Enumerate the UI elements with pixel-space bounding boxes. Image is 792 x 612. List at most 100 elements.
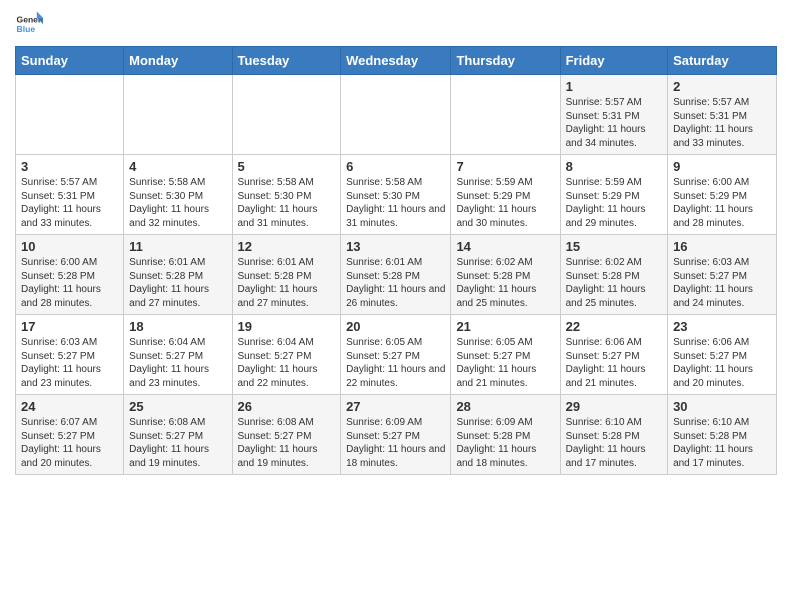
calendar-week-row: 24Sunrise: 6:07 AMSunset: 5:27 PMDayligh… [16,395,777,475]
cell-info-line: Sunrise: 6:09 AM [346,416,445,430]
cell-info-line: Sunset: 5:27 PM [21,430,118,444]
day-number: 22 [566,319,662,334]
calendar-cell: 4Sunrise: 5:58 AMSunset: 5:30 PMDaylight… [124,155,232,235]
calendar-cell: 29Sunrise: 6:10 AMSunset: 5:28 PMDayligh… [560,395,667,475]
cell-info-line: Daylight: 11 hours and 18 minutes. [456,443,554,470]
calendar-cell [341,75,451,155]
cell-info-line: Daylight: 11 hours and 21 minutes. [456,363,554,390]
day-of-week-header: Friday [560,47,667,75]
cell-info-line: Daylight: 11 hours and 17 minutes. [566,443,662,470]
cell-info-line: Daylight: 11 hours and 19 minutes. [238,443,336,470]
day-number: 6 [346,159,445,174]
day-number: 13 [346,239,445,254]
day-of-week-header: Sunday [16,47,124,75]
cell-info-line: Sunrise: 5:58 AM [129,176,226,190]
day-number: 11 [129,239,226,254]
cell-info-line: Sunset: 5:27 PM [21,350,118,364]
cell-info-line: Sunset: 5:30 PM [238,190,336,204]
day-number: 30 [673,399,771,414]
cell-info-line: Sunset: 5:27 PM [673,350,771,364]
day-number: 26 [238,399,336,414]
cell-info-line: Sunrise: 6:01 AM [129,256,226,270]
calendar-cell: 8Sunrise: 5:59 AMSunset: 5:29 PMDaylight… [560,155,667,235]
day-number: 29 [566,399,662,414]
cell-info-line: Sunrise: 5:58 AM [238,176,336,190]
day-number: 16 [673,239,771,254]
cell-info-line: Sunrise: 6:00 AM [673,176,771,190]
cell-info-line: Daylight: 11 hours and 25 minutes. [566,283,662,310]
cell-info-line: Daylight: 11 hours and 24 minutes. [673,283,771,310]
day-number: 17 [21,319,118,334]
cell-info-line: Daylight: 11 hours and 22 minutes. [238,363,336,390]
calendar-cell [124,75,232,155]
cell-info-line: Sunset: 5:27 PM [673,270,771,284]
calendar-cell: 2Sunrise: 5:57 AMSunset: 5:31 PMDaylight… [668,75,777,155]
cell-info-line: Sunset: 5:28 PM [673,430,771,444]
day-number: 14 [456,239,554,254]
cell-info-line: Sunrise: 6:08 AM [129,416,226,430]
cell-info-line: Daylight: 11 hours and 29 minutes. [566,203,662,230]
calendar-cell: 15Sunrise: 6:02 AMSunset: 5:28 PMDayligh… [560,235,667,315]
calendar-table: SundayMondayTuesdayWednesdayThursdayFrid… [15,46,777,475]
cell-info-line: Daylight: 11 hours and 32 minutes. [129,203,226,230]
calendar-cell: 13 Sunrise: 6:01 AMSunset: 5:28 PMDayligh… [341,235,451,315]
cell-info-line: Sunrise: 6:09 AM [456,416,554,430]
calendar-cell: 22Sunrise: 6:06 AMSunset: 5:27 PMDayligh… [560,315,667,395]
calendar-cell: 26 Sunrise: 6:08 AMSunset: 5:27 PMDayligh… [232,395,341,475]
cell-info-line: Sunrise: 6:03 AM [21,336,118,350]
svg-text:Blue: Blue [17,24,36,34]
calendar-cell: 16Sunrise: 6:03 AMSunset: 5:27 PMDayligh… [668,235,777,315]
calendar-cell: 18Sunrise: 6:04 AMSunset: 5:27 PMDayligh… [124,315,232,395]
calendar-cell [451,75,560,155]
cell-info-line: Daylight: 11 hours and 34 minutes. [566,123,662,150]
cell-info-line: Daylight: 11 hours and 26 minutes. [346,283,445,310]
day-number: 12 [238,239,336,254]
cell-info-line: Sunset: 5:28 PM [346,270,445,284]
cell-info-line: Sunrise: 5:58 AM [346,176,445,190]
day-number: 20 [346,319,445,334]
calendar-cell: 11Sunrise: 6:01 AMSunset: 5:28 PMDayligh… [124,235,232,315]
cell-info-line: Sunset: 5:31 PM [673,110,771,124]
cell-info-line: Sunset: 5:31 PM [566,110,662,124]
calendar-cell: 1 Sunrise: 5:57 AMSunset: 5:31 PMDaylight… [560,75,667,155]
day-number: 1 [566,79,662,94]
cell-info-line: Sunset: 5:27 PM [238,430,336,444]
logo-icon: General Blue [15,10,43,38]
cell-info-line: Sunrise: 6:08 AM [238,416,336,430]
cell-info-line: Sunrise: 6:01 AM [346,256,445,270]
calendar-cell: 14Sunrise: 6:02 AMSunset: 5:28 PMDayligh… [451,235,560,315]
day-number: 28 [456,399,554,414]
calendar-week-row: 17Sunrise: 6:03 AMSunset: 5:27 PMDayligh… [16,315,777,395]
cell-info-line: Daylight: 11 hours and 23 minutes. [21,363,118,390]
day-number: 10 [21,239,118,254]
cell-info-line: Sunset: 5:28 PM [566,270,662,284]
cell-info-line: Sunset: 5:31 PM [21,190,118,204]
cell-info-line: Sunrise: 5:57 AM [21,176,118,190]
page-header: General Blue [15,10,777,38]
day-number: 23 [673,319,771,334]
day-number: 3 [21,159,118,174]
cell-info-line: Daylight: 11 hours and 30 minutes. [456,203,554,230]
cell-info-line: Sunset: 5:27 PM [238,350,336,364]
cell-info-line: Sunset: 5:27 PM [129,430,226,444]
calendar-cell: 5Sunrise: 5:58 AMSunset: 5:30 PMDaylight… [232,155,341,235]
calendar-cell: 6 Sunrise: 5:58 AMSunset: 5:30 PMDaylight… [341,155,451,235]
calendar-cell: 12Sunrise: 6:01 AMSunset: 5:28 PMDayligh… [232,235,341,315]
cell-info-line: Daylight: 11 hours and 19 minutes. [129,443,226,470]
calendar-cell: 7Sunrise: 5:59 AMSunset: 5:29 PMDaylight… [451,155,560,235]
cell-info-line: Sunset: 5:30 PM [346,190,445,204]
day-number: 24 [21,399,118,414]
cell-info-line: Sunrise: 5:57 AM [566,96,662,110]
day-number: 7 [456,159,554,174]
calendar-cell: 27Sunrise: 6:09 AMSunset: 5:27 PMDayligh… [341,395,451,475]
cell-info-line: Daylight: 11 hours and 31 minutes. [346,203,445,230]
cell-info-line: Sunrise: 6:06 AM [566,336,662,350]
cell-info-line: Daylight: 11 hours and 33 minutes. [673,123,771,150]
day-number: 19 [238,319,336,334]
cell-info-line: Sunset: 5:28 PM [129,270,226,284]
cell-info-line: Sunset: 5:28 PM [238,270,336,284]
cell-info-line: Sunset: 5:28 PM [566,430,662,444]
cell-info-line: Daylight: 11 hours and 20 minutes. [21,443,118,470]
day-number: 21 [456,319,554,334]
cell-info-line: Sunrise: 5:57 AM [673,96,771,110]
